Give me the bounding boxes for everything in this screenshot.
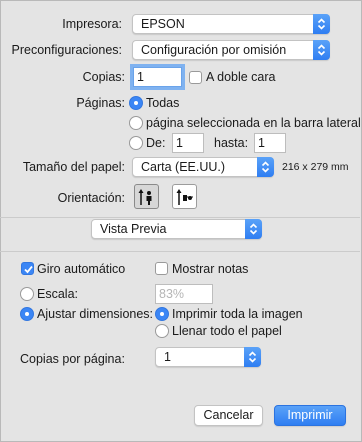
scale-radio[interactable] [20,287,34,301]
paper-dimensions: 216 x 279 mm [282,161,349,173]
presets-value: Configuración por omisión [141,43,287,57]
paper-size-value: Carta (EE.UU.) [141,160,226,174]
chevron-updown-icon [313,14,330,34]
copies-input-field[interactable] [137,69,178,85]
presets-label: Preconfiguraciones: [11,43,122,57]
portrait-icon [138,189,152,205]
print-entire-radio[interactable] [155,307,169,321]
show-notes-checkbox[interactable] [155,262,168,275]
pages-per-sheet-value: 1 [164,350,171,364]
copies-input[interactable] [133,67,182,87]
pages-per-sheet-popup[interactable]: 1 [155,347,261,367]
chevron-updown-icon [257,157,274,177]
orientation-landscape-button[interactable] [172,184,197,209]
fill-paper-label: Llenar todo el papel [172,324,282,338]
scale-input-field[interactable] [159,286,209,302]
paper-size-label: Tamaño del papel: [22,160,125,174]
pages-all-radio[interactable] [129,96,143,110]
chevron-updown-icon [244,347,261,367]
printer-label: Impresora: [62,17,122,31]
pages-to-input[interactable] [254,133,286,153]
cancel-button[interactable]: Cancelar [194,405,263,426]
scale-input[interactable] [155,284,213,304]
section-divider [0,217,360,218]
pages-to-field[interactable] [258,135,282,151]
print-button[interactable]: Imprimir [274,405,346,426]
app-options-popup[interactable]: Vista Previa [91,219,262,239]
pages-from-label: De: [146,136,166,150]
presets-popup[interactable]: Configuración por omisión [132,40,330,60]
print-entire-label: Imprimir toda la imagen [172,307,303,321]
fit-radio[interactable] [20,307,34,321]
orientation-portrait-button[interactable] [134,184,159,209]
landscape-icon [176,189,193,205]
duplex-label: A doble cara [206,70,276,84]
copies-label: Copias: [82,70,125,84]
pages-selection-radio[interactable] [129,116,143,130]
pages-selection-label: página seleccionada en la barra lateral [146,116,361,130]
auto-rotate-checkbox[interactable] [21,262,34,275]
scale-label: Escala: [37,287,78,301]
show-notes-label: Mostrar notas [172,262,249,276]
fill-paper-radio[interactable] [155,324,169,338]
app-options-value: Vista Previa [100,222,167,236]
fit-label: Ajustar dimensiones: [37,307,154,321]
chevron-updown-icon [313,40,330,60]
pages-from-input[interactable] [172,133,204,153]
chevron-updown-icon [245,219,262,239]
pages-label: Páginas: [76,96,125,110]
pages-all-label: Todas [146,96,180,110]
paper-size-popup[interactable]: Carta (EE.UU.) [132,157,274,177]
pages-range-radio[interactable] [129,136,143,150]
section-divider [0,251,360,252]
pages-to-label: hasta: [214,136,249,150]
orientation-label: Orientación: [57,191,125,205]
printer-value: EPSON [141,17,185,31]
duplex-checkbox[interactable] [189,71,202,84]
checkmark-icon [24,265,33,274]
pages-per-sheet-label: Copias por página: [20,352,125,366]
printer-popup[interactable]: EPSON [132,14,330,34]
pages-from-field[interactable] [176,135,200,151]
auto-rotate-label: Giro automático [37,262,126,276]
